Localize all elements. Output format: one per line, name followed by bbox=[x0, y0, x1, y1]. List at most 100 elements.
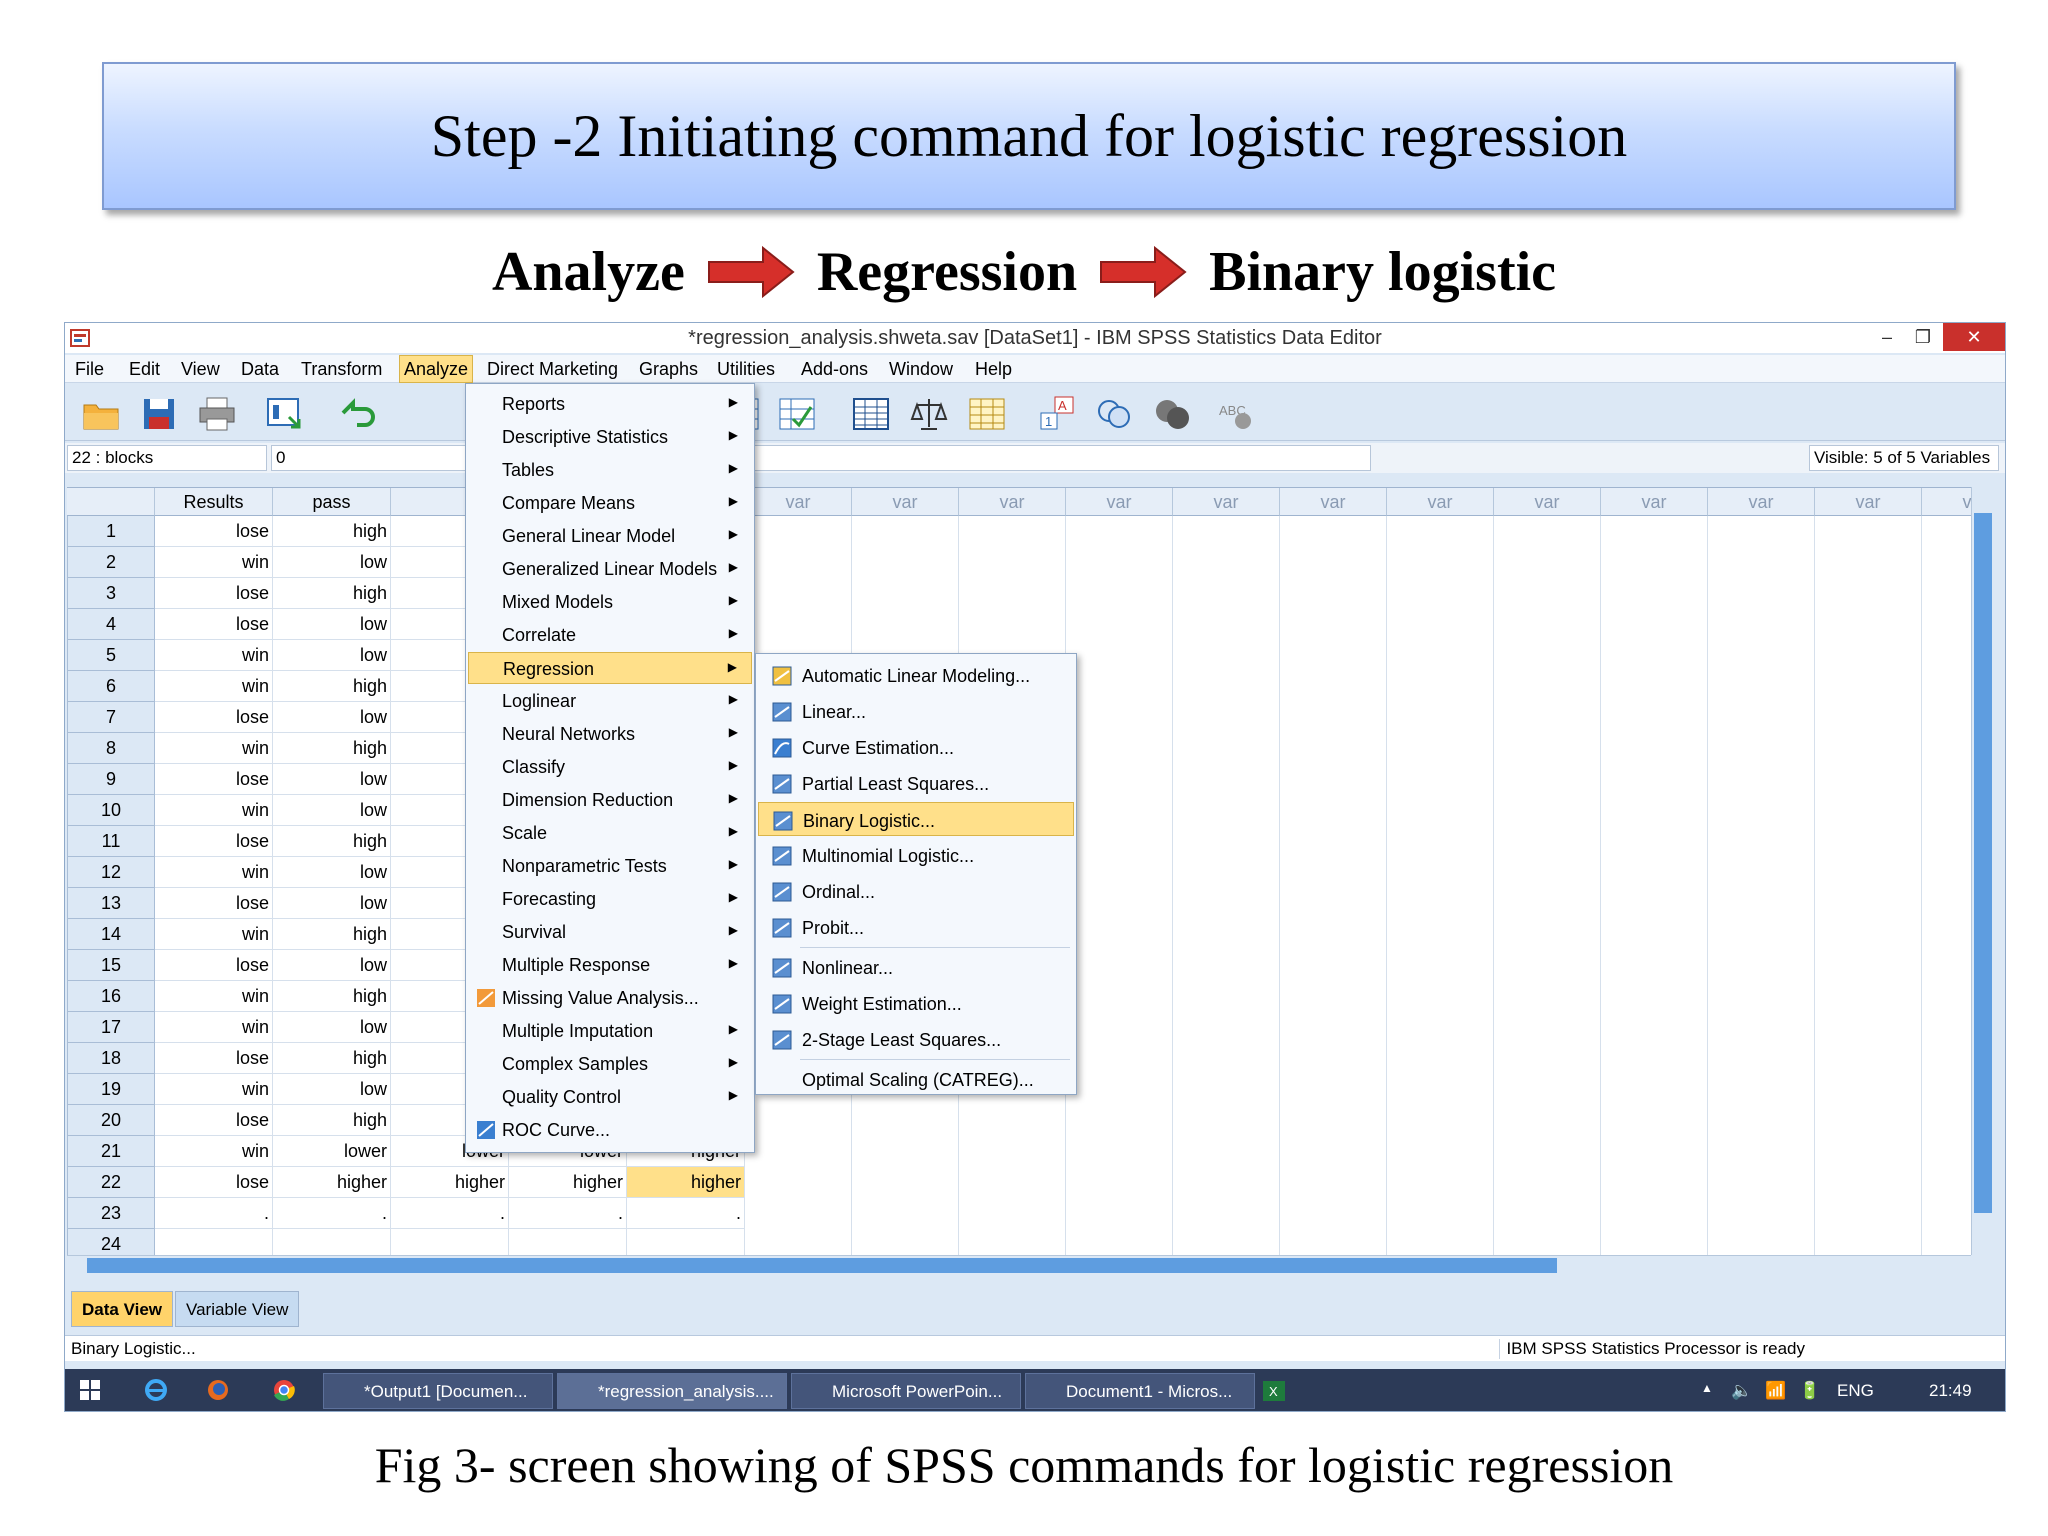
language-indicator[interactable]: ENG bbox=[1837, 1381, 1874, 1401]
empty-column[interactable] bbox=[1387, 516, 1494, 1255]
empty-column[interactable] bbox=[1066, 516, 1173, 1255]
grid-cell[interactable]: higher bbox=[391, 1167, 509, 1198]
row-header[interactable]: 9 bbox=[67, 764, 155, 795]
empty-column-header[interactable]: var bbox=[852, 488, 959, 516]
split-file-icon[interactable] bbox=[851, 395, 891, 433]
menu-item-multiple-response[interactable]: Multiple Response ▶ bbox=[468, 949, 752, 981]
internet-explorer-icon[interactable] bbox=[143, 1377, 169, 1403]
menu-file[interactable]: File bbox=[71, 359, 108, 380]
grid-cell[interactable]: . bbox=[155, 1198, 273, 1229]
menu-item-reports[interactable]: Reports ▶ bbox=[468, 388, 752, 420]
grid-cell[interactable]: high bbox=[273, 578, 391, 609]
grid-cell[interactable]: low bbox=[273, 888, 391, 919]
grid-cell[interactable]: high bbox=[273, 826, 391, 857]
grid-cell[interactable]: . bbox=[391, 1198, 509, 1229]
clock[interactable]: 21:49 bbox=[1929, 1381, 1972, 1401]
row-header[interactable]: 6 bbox=[67, 671, 155, 702]
show-all-variables-icon[interactable] bbox=[1153, 395, 1193, 433]
grid-cell[interactable] bbox=[391, 1229, 509, 1255]
open-folder-icon[interactable] bbox=[81, 395, 121, 433]
submenu-item-weight-estimation[interactable]: Weight Estimation... bbox=[758, 986, 1074, 1020]
menu-item-generalized-linear-models[interactable]: Generalized Linear Models ▶ bbox=[468, 553, 752, 585]
grid-cell[interactable]: low bbox=[273, 1074, 391, 1105]
empty-column[interactable] bbox=[1708, 516, 1815, 1255]
grid-corner[interactable] bbox=[67, 488, 155, 516]
task-regression-analysis[interactable]: *regression_analysis.... bbox=[557, 1373, 787, 1409]
grid-cell[interactable]: win bbox=[155, 640, 273, 671]
grid-cell[interactable]: win bbox=[155, 1074, 273, 1105]
menu-data[interactable]: Data bbox=[237, 359, 283, 380]
empty-column-header[interactable]: var bbox=[1922, 488, 1971, 516]
grid-cell[interactable] bbox=[155, 1229, 273, 1255]
excel-icon[interactable]: X bbox=[1259, 1377, 1289, 1405]
menu-item-loglinear[interactable]: Loglinear ▶ bbox=[468, 685, 752, 717]
grid-cell[interactable]: . bbox=[273, 1198, 391, 1229]
submenu-item-probit[interactable]: Probit... bbox=[758, 910, 1074, 944]
network-icon[interactable]: 📶 bbox=[1765, 1381, 1786, 1401]
cell-reference-field[interactable]: 22 : blocks bbox=[67, 445, 267, 471]
menu-utilities[interactable]: Utilities bbox=[713, 359, 779, 380]
firefox-icon[interactable] bbox=[205, 1377, 231, 1403]
empty-column-header[interactable]: var bbox=[745, 488, 852, 516]
grid-cell[interactable]: lose bbox=[155, 516, 273, 547]
grid-cell[interactable]: lose bbox=[155, 702, 273, 733]
menu-item-roc-curve[interactable]: ROC Curve... bbox=[468, 1114, 752, 1146]
menu-window[interactable]: Window bbox=[885, 359, 957, 380]
column-header[interactable]: Results bbox=[155, 488, 273, 516]
menu-item-nonparametric-tests[interactable]: Nonparametric Tests ▶ bbox=[468, 850, 752, 882]
grid-cell[interactable]: low bbox=[273, 609, 391, 640]
row-header[interactable]: 20 bbox=[67, 1105, 155, 1136]
submenu-item-partial-least-squares[interactable]: Partial Least Squares... bbox=[758, 766, 1074, 800]
task-word-document[interactable]: Document1 - Micros... bbox=[1025, 1373, 1255, 1409]
task-powerpoint[interactable]: Microsoft PowerPoin... bbox=[791, 1373, 1021, 1409]
grid-cell[interactable]: lose bbox=[155, 764, 273, 795]
menu-add-ons[interactable]: Add-ons bbox=[797, 359, 872, 380]
empty-column-header[interactable]: var bbox=[1280, 488, 1387, 516]
empty-column-header[interactable]: var bbox=[1708, 488, 1815, 516]
menu-item-survival[interactable]: Survival ▶ bbox=[468, 916, 752, 948]
menu-help[interactable]: Help bbox=[971, 359, 1016, 380]
empty-column-header[interactable]: var bbox=[1601, 488, 1708, 516]
row-header[interactable]: 18 bbox=[67, 1043, 155, 1074]
battery-icon[interactable]: 🔋 bbox=[1799, 1381, 1820, 1401]
vertical-scroll-thumb[interactable] bbox=[1974, 513, 1992, 1213]
empty-column[interactable] bbox=[1280, 516, 1387, 1255]
tab-variable-view[interactable]: Variable View bbox=[175, 1291, 300, 1327]
grid-cell[interactable]: win bbox=[155, 1136, 273, 1167]
horizontal-scrollbar[interactable] bbox=[67, 1255, 1971, 1275]
grid-cell[interactable]: high bbox=[273, 1105, 391, 1136]
grid-cell[interactable]: low bbox=[273, 795, 391, 826]
row-header[interactable]: 17 bbox=[67, 1012, 155, 1043]
menu-item-regression[interactable]: Regression ▶ bbox=[468, 652, 752, 684]
grid-cell[interactable] bbox=[627, 1229, 745, 1255]
row-header[interactable]: 14 bbox=[67, 919, 155, 950]
grid-cell[interactable]: high bbox=[273, 981, 391, 1012]
grid-cell[interactable]: low bbox=[273, 547, 391, 578]
submenu-item-binary-logistic[interactable]: Binary Logistic... bbox=[758, 802, 1074, 836]
empty-column[interactable] bbox=[1922, 516, 1971, 1255]
grid-cell[interactable]: low bbox=[273, 857, 391, 888]
select-cases-icon[interactable] bbox=[777, 395, 817, 433]
menu-item-general-linear-model[interactable]: General Linear Model ▶ bbox=[468, 520, 752, 552]
menu-analyze[interactable]: Analyze bbox=[399, 355, 474, 383]
empty-column-header[interactable]: var bbox=[1494, 488, 1601, 516]
menu-item-classify[interactable]: Classify ▶ bbox=[468, 751, 752, 783]
horizontal-scroll-thumb[interactable] bbox=[87, 1258, 1557, 1273]
row-header[interactable]: 11 bbox=[67, 826, 155, 857]
grid-cell[interactable]: win bbox=[155, 981, 273, 1012]
grid-cell[interactable]: lose bbox=[155, 826, 273, 857]
empty-column[interactable] bbox=[1494, 516, 1601, 1255]
row-header[interactable]: 19 bbox=[67, 1074, 155, 1105]
menu-item-mixed-models[interactable]: Mixed Models ▶ bbox=[468, 586, 752, 618]
chrome-icon[interactable] bbox=[271, 1377, 297, 1403]
row-header[interactable]: 24 bbox=[67, 1229, 155, 1255]
submenu-item-curve-estimation[interactable]: Curve Estimation... bbox=[758, 730, 1074, 764]
empty-column[interactable] bbox=[1601, 516, 1708, 1255]
grid-cell[interactable]: lose bbox=[155, 578, 273, 609]
grid-cell[interactable]: . bbox=[509, 1198, 627, 1229]
close-button[interactable]: ✕ bbox=[1943, 323, 2005, 351]
submenu-item-optimal-scaling-catreg[interactable]: Optimal Scaling (CATREG)... bbox=[758, 1062, 1074, 1096]
submenu-item-2-stage-least-squares[interactable]: 2-Stage Least Squares... bbox=[758, 1022, 1074, 1056]
empty-column-header[interactable]: var bbox=[1815, 488, 1922, 516]
minimize-button[interactable]: – bbox=[1869, 323, 1905, 351]
